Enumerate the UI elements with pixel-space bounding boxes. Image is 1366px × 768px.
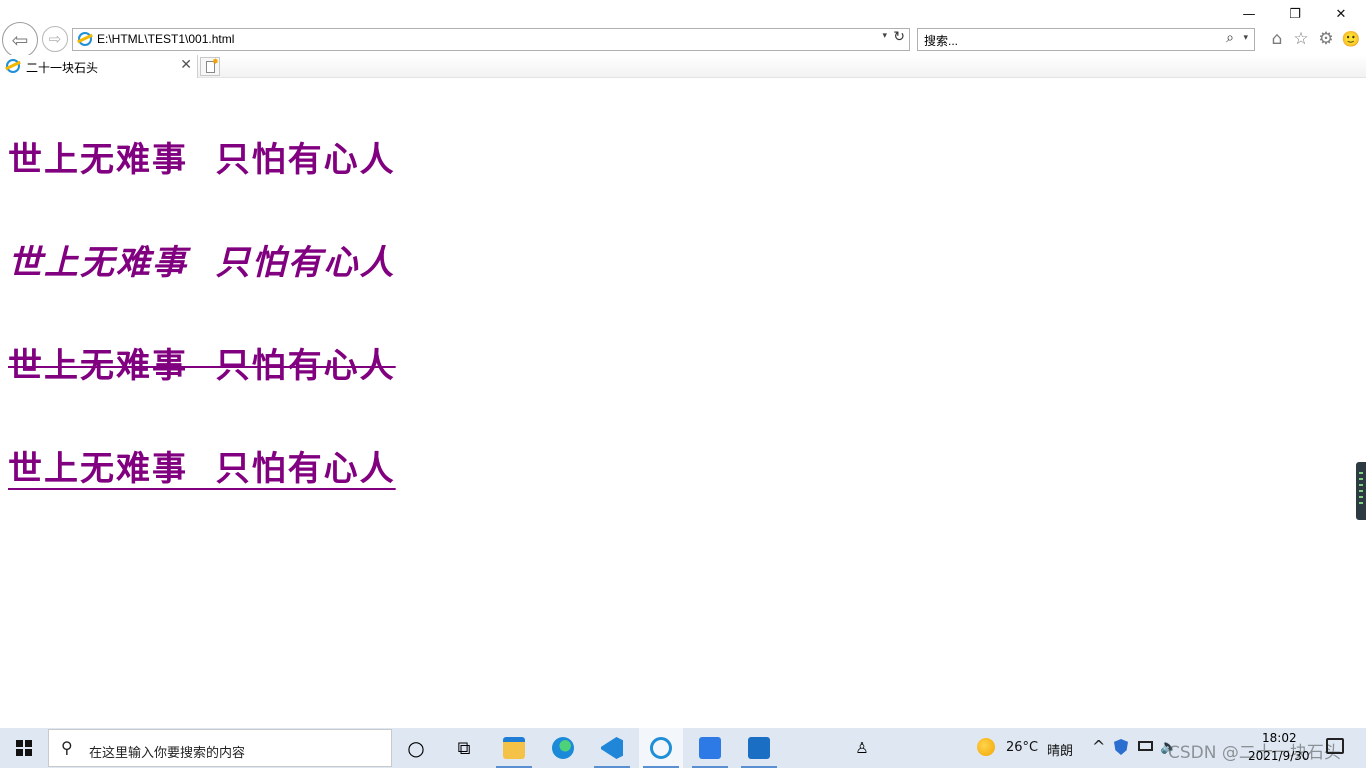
smiley-feedback-icon[interactable]: 🙂 xyxy=(1340,28,1362,50)
new-tab-star-icon: ✸ xyxy=(212,57,219,66)
internet-explorer-icon xyxy=(650,737,672,759)
people-button[interactable]: ♙ xyxy=(840,728,884,768)
weather-description[interactable]: 晴朗 xyxy=(1047,740,1073,759)
restore-button[interactable]: ❐ xyxy=(1272,0,1318,28)
media-player-button[interactable] xyxy=(737,728,781,768)
tab-active[interactable]: 二十一块石头 ✕ xyxy=(0,55,198,78)
forward-button[interactable]: ⇨ xyxy=(42,26,68,52)
tab-close-icon[interactable]: ✕ xyxy=(180,57,192,73)
file-explorer-button[interactable] xyxy=(492,728,536,768)
tab-strip: 二十一块石头 ✕ ✸ xyxy=(0,55,1366,78)
search-input[interactable]: 搜索... xyxy=(924,32,958,49)
people-icon: ♙ xyxy=(855,739,869,757)
address-bar[interactable]: E:\HTML\TEST1\001.html ▾ ↻ xyxy=(72,28,910,51)
clock-time[interactable]: 18:02 xyxy=(1262,731,1297,745)
taskbar-search-input[interactable]: 在这里输入你要搜索的内容 xyxy=(89,742,245,761)
folder-icon xyxy=(503,737,525,759)
ie-tab-icon xyxy=(6,59,20,73)
wps-button[interactable] xyxy=(688,728,732,768)
tray-expand-icon[interactable]: ^ xyxy=(1092,737,1105,756)
security-shield-icon[interactable] xyxy=(1114,739,1128,755)
tab-title: 二十一块石头 xyxy=(26,61,99,75)
notification-center-icon[interactable] xyxy=(1326,738,1344,754)
gear-icon[interactable]: ⚙ xyxy=(1315,28,1337,50)
page-content: 世上无难事 只怕有心人 世上无难事 只怕有心人 世上无难事 只怕有心人 世上无难… xyxy=(0,78,1366,728)
clock-date[interactable]: 2021/9/30 xyxy=(1248,749,1310,763)
text-line-strikethrough: 世上无难事 只怕有心人 xyxy=(8,346,396,386)
text-line-bold: 世上无难事 只怕有心人 xyxy=(8,140,396,180)
close-window-button[interactable]: ✕ xyxy=(1318,0,1364,28)
weather-temperature[interactable]: 26°C xyxy=(1006,740,1038,755)
forward-arrow-icon: ⇨ xyxy=(48,30,62,48)
new-tab-button[interactable]: ✸ xyxy=(200,57,220,76)
start-button[interactable] xyxy=(0,728,48,768)
minimize-button[interactable]: — xyxy=(1226,0,1272,28)
weather-sun-icon[interactable] xyxy=(977,738,995,756)
search-icon[interactable]: ⌕ xyxy=(1226,30,1234,46)
battery-icon[interactable] xyxy=(1138,739,1153,751)
text-line-underline: 世上无难事 只怕有心人 xyxy=(8,449,396,489)
search-icon: ⚲ xyxy=(61,738,73,757)
search-dropdown-icon[interactable]: ▾ xyxy=(1243,33,1248,43)
vscode-button[interactable] xyxy=(590,728,634,768)
internet-explorer-button[interactable] xyxy=(639,728,683,768)
browser-chrome: — ❐ ✕ ⇦ ⇨ E:\HTML\TEST1\001.html ▾ ↻ 搜索.… xyxy=(0,0,1366,78)
refresh-icon[interactable]: ↻ xyxy=(893,29,905,45)
favorites-icon[interactable]: ☆ xyxy=(1290,28,1312,50)
taskbar-search[interactable]: ⚲ 在这里输入你要搜索的内容 xyxy=(48,729,392,767)
address-dropdown-icon[interactable]: ▾ xyxy=(882,31,887,41)
text-line-italic: 世上无难事 只怕有心人 xyxy=(8,243,396,283)
edge-icon xyxy=(552,737,574,759)
vscode-icon xyxy=(601,737,623,759)
task-view-icon: ⧉ xyxy=(457,737,471,759)
media-player-icon xyxy=(748,737,770,759)
home-icon[interactable]: ⌂ xyxy=(1266,28,1288,50)
back-arrow-icon: ⇦ xyxy=(11,28,29,52)
ie-page-icon xyxy=(78,32,92,46)
task-view-button[interactable]: ⧉ xyxy=(442,728,486,768)
address-text[interactable]: E:\HTML\TEST1\001.html xyxy=(97,32,234,46)
wps-icon xyxy=(699,737,721,759)
cortana-icon: ○ xyxy=(407,736,425,760)
back-button[interactable]: ⇦ xyxy=(2,22,38,58)
search-box[interactable]: 搜索... ⌕ ▾ xyxy=(917,28,1255,51)
edge-button[interactable] xyxy=(541,728,585,768)
taskbar: ⚲ 在这里输入你要搜索的内容 ○ ⧉ ♙ 26°C 晴朗 ^ 🔈 CSDN @二… xyxy=(0,728,1366,768)
windows-logo-icon xyxy=(16,740,32,756)
cortana-button[interactable]: ○ xyxy=(394,728,438,768)
side-widget-handle[interactable] xyxy=(1356,462,1366,520)
